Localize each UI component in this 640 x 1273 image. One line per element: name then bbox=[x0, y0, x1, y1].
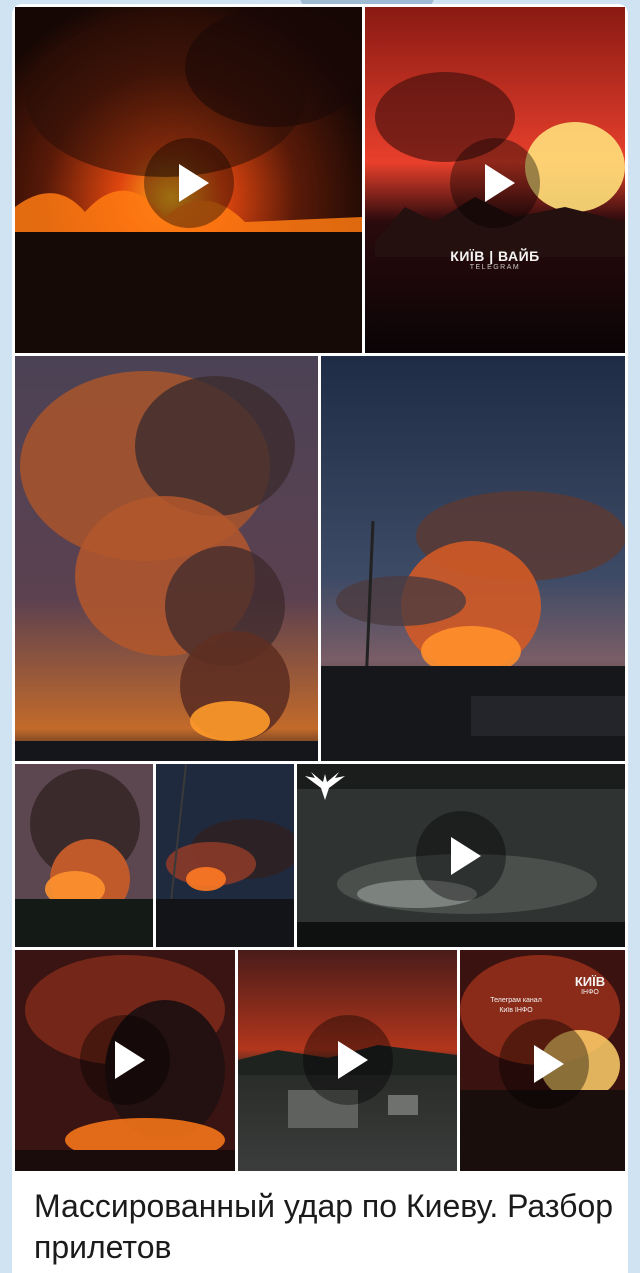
message-caption: Массированный удар по Киеву. Разбор прил… bbox=[34, 1188, 614, 1265]
smoke-plume-photo bbox=[15, 356, 318, 761]
album-video-3[interactable] bbox=[297, 764, 625, 947]
message-bubble: КИЇВ | ВАЙБ TELEGRAM КИЇВ ІНФО Телеграм … bbox=[12, 4, 628, 1273]
channel-label: Телеграм канал Київ ІНФО bbox=[490, 997, 542, 1014]
play-icon[interactable] bbox=[144, 138, 234, 228]
album-photo-1[interactable] bbox=[15, 356, 318, 761]
album-photo-3[interactable] bbox=[15, 764, 153, 947]
smoke-plume-photo bbox=[156, 764, 294, 947]
channel-logo: КИЇВ ІНФО bbox=[574, 974, 606, 996]
album-video-2[interactable]: КИЇВ | ВАЙБ TELEGRAM bbox=[365, 7, 625, 353]
album-video-6[interactable]: КИЇВ ІНФО Телеграм канал Київ ІНФО bbox=[460, 950, 625, 1171]
play-icon[interactable] bbox=[450, 138, 540, 228]
smoke-plume-photo bbox=[15, 764, 153, 947]
play-icon[interactable] bbox=[80, 1015, 170, 1105]
eagle-logo bbox=[305, 772, 345, 800]
play-icon[interactable] bbox=[499, 1019, 589, 1109]
smoke-plume-photo bbox=[321, 356, 625, 761]
media-album: КИЇВ | ВАЙБ TELEGRAM КИЇВ ІНФО Телеграм … bbox=[12, 4, 628, 1174]
channel-watermark: КИЇВ | ВАЙБ TELEGRAM bbox=[450, 248, 540, 271]
play-icon[interactable] bbox=[416, 811, 506, 901]
album-photo-2[interactable] bbox=[321, 356, 625, 761]
album-photo-4[interactable] bbox=[156, 764, 294, 947]
album-video-4[interactable] bbox=[15, 950, 235, 1171]
play-icon[interactable] bbox=[303, 1015, 393, 1105]
album-video-1[interactable] bbox=[15, 7, 362, 353]
album-video-5[interactable] bbox=[238, 950, 457, 1171]
